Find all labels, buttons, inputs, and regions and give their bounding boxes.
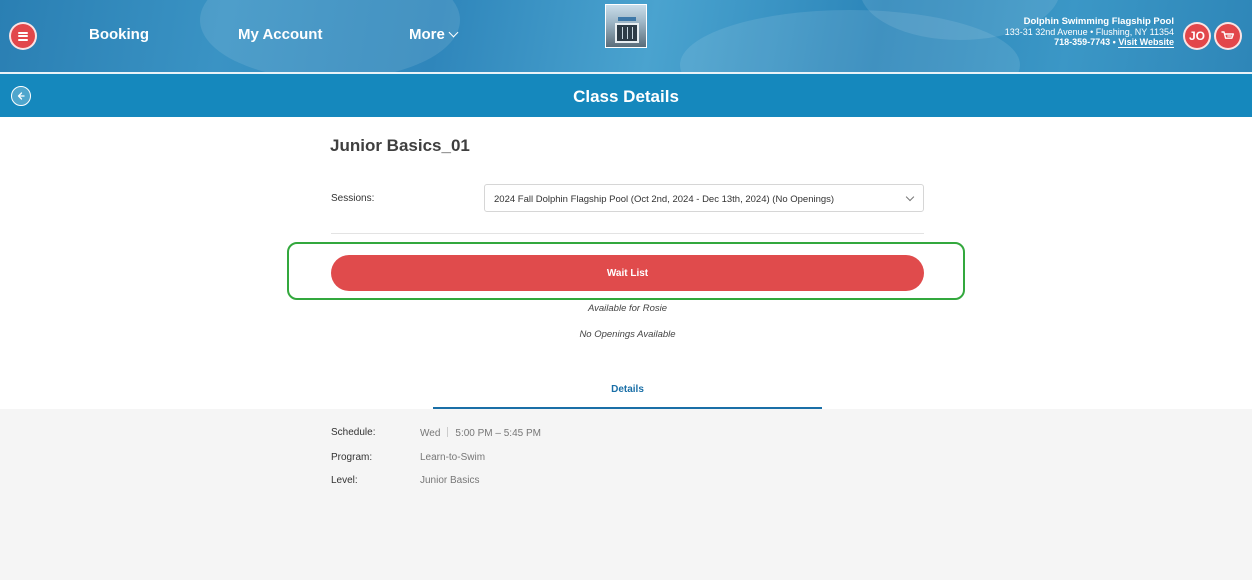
tab-details[interactable]: Details <box>433 384 822 409</box>
visit-website-link[interactable]: Visit Website <box>1118 37 1174 48</box>
cart-icon[interactable] <box>1214 22 1242 50</box>
schedule-value: Wed 5:00 PM – 5:45 PM <box>420 427 541 439</box>
wait-list-button[interactable]: Wait List <box>331 255 924 291</box>
schedule-separator <box>447 427 449 437</box>
schedule-label: Schedule: <box>331 427 376 438</box>
schedule-row: Schedule: Wed 5:00 PM – 5:45 PM <box>331 427 541 439</box>
logo-sign <box>618 17 636 21</box>
level-row: Level: Junior Basics <box>331 475 479 486</box>
nav-booking[interactable]: Booking <box>89 26 149 43</box>
nav-my-account[interactable]: My Account <box>238 26 322 43</box>
venue-contact: 718-359-7743 • Visit Website <box>1005 37 1174 48</box>
venue-phone: 718-359-7743 • <box>1054 37 1119 47</box>
hamburger-menu-icon[interactable] <box>9 22 37 50</box>
program-row: Program: Learn-to-Swim <box>331 452 485 463</box>
availability-note: Available for Rosie <box>587 303 668 314</box>
sessions-dropdown[interactable]: 2024 Fall Dolphin Flagship Pool (Oct 2nd… <box>484 184 924 212</box>
class-name-heading: Junior Basics_01 <box>330 136 470 155</box>
schedule-day: Wed <box>420 428 441 439</box>
openings-note: No Openings Available <box>579 329 676 340</box>
program-value: Learn-to-Swim <box>420 452 486 463</box>
level-label: Level: <box>331 475 358 486</box>
venue-address: 133-31 32nd Avenue • Flushing, NY 11354 <box>1004 27 1174 37</box>
sessions-selected-value: 2024 Fall Dolphin Flagship Pool (Oct 2nd… <box>494 194 835 205</box>
program-label: Program: <box>331 452 373 463</box>
nav-more-label: More <box>409 26 445 43</box>
venue-info: Dolphin Swimming Flagship Pool 133-31 32… <box>1004 16 1174 48</box>
chevron-down-icon <box>448 27 459 38</box>
venue-name: Dolphin Swimming Flagship Pool <box>1023 16 1174 27</box>
user-avatar[interactable]: JO <box>1183 22 1211 50</box>
chevron-down-icon <box>905 192 915 202</box>
top-navigation-bar: Booking My Account More Dolphin Swimming… <box>0 0 1252 72</box>
facility-logo[interactable] <box>605 4 647 48</box>
page-title-bar: Class Details <box>0 72 1252 117</box>
level-value: Junior Basics <box>420 475 480 486</box>
nav-more[interactable]: More <box>409 26 459 43</box>
schedule-time: 5:00 PM – 5:45 PM <box>455 428 541 439</box>
divider <box>331 233 924 234</box>
sessions-label: Sessions: <box>331 193 375 204</box>
details-panel <box>0 409 1252 580</box>
logo-door <box>615 23 639 43</box>
page-title: Class Details <box>573 87 679 106</box>
